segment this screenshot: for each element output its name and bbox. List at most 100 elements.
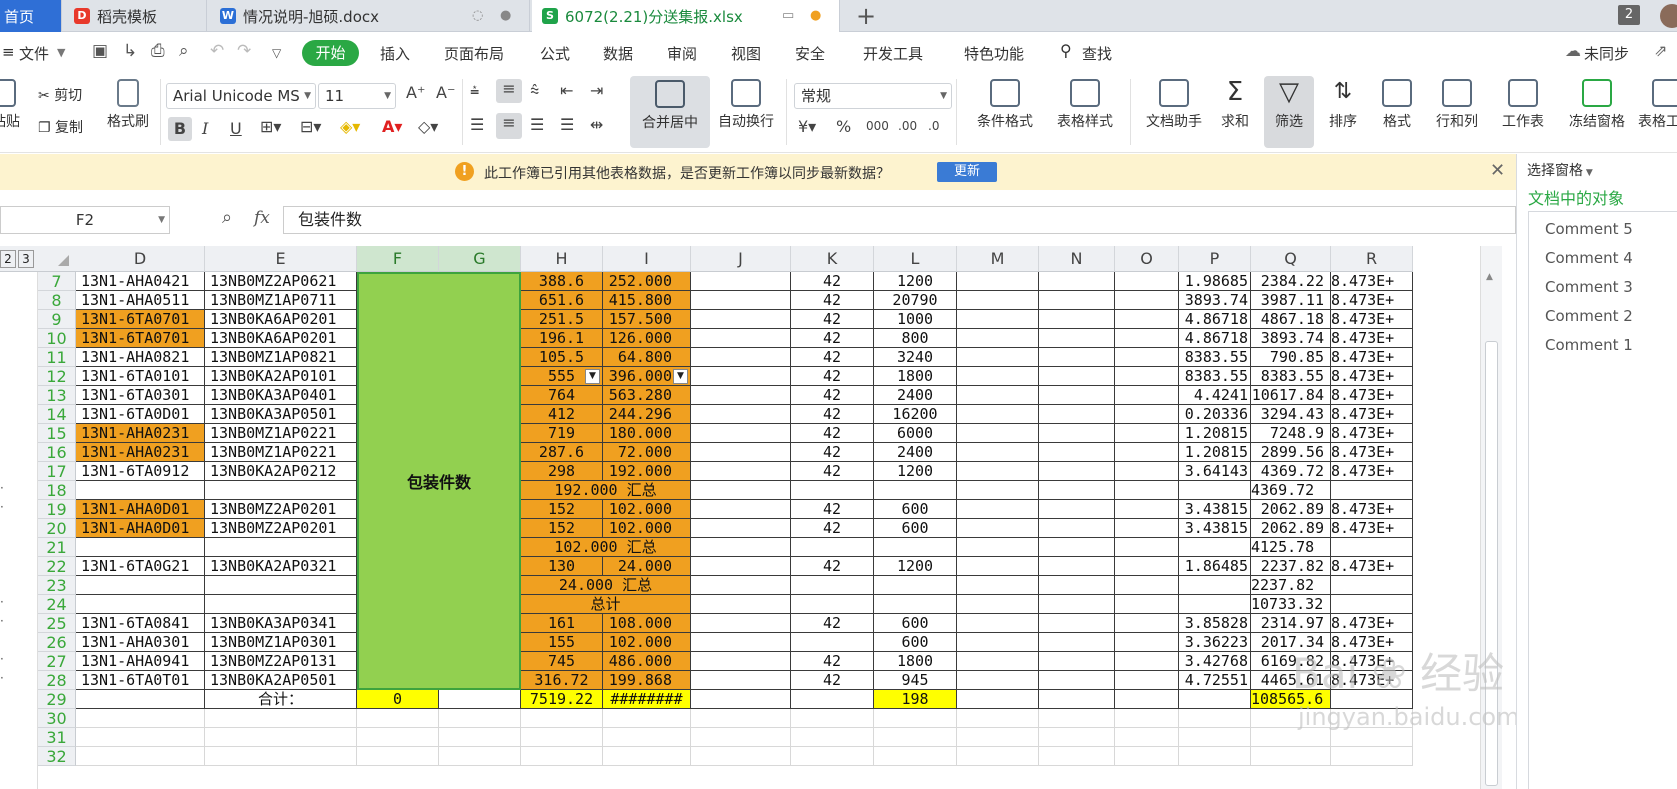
grid-cell[interactable]	[1115, 462, 1179, 481]
grid-cell[interactable]: 8383.55	[1251, 367, 1331, 386]
grid-cell[interactable]: 8.473E+	[1331, 462, 1413, 481]
row-header-21[interactable]: 21	[38, 538, 76, 557]
grid-cell[interactable]: 42	[791, 424, 874, 443]
grid-cell[interactable]	[691, 709, 791, 728]
grid-cell[interactable]: 13NB0MZ1AP0821	[205, 348, 357, 367]
grid-cell[interactable]: 42	[791, 500, 874, 519]
grid-cell[interactable]	[691, 595, 791, 614]
menu-page-layout[interactable]: 页面布局	[444, 43, 504, 64]
grid-cell[interactable]	[1115, 367, 1179, 386]
grid-cell[interactable]: 1800	[874, 652, 957, 671]
redo-icon[interactable]: ↷	[237, 41, 251, 61]
tab-docx-file[interactable]: W 情况说明-旭硕.docx ◌ ●	[210, 0, 530, 32]
grid-cell[interactable]	[691, 538, 791, 557]
decrease-decimal-icon[interactable]: .0	[928, 119, 939, 133]
grid-cell[interactable]: 3.36223	[1179, 633, 1251, 652]
grid-cell[interactable]	[205, 728, 357, 747]
column-header-o[interactable]: O	[1115, 246, 1179, 272]
grid-cell[interactable]	[874, 538, 957, 557]
grid-cell[interactable]	[1115, 652, 1179, 671]
grid-cell[interactable]	[603, 709, 691, 728]
grid-cell[interactable]	[1179, 576, 1251, 595]
row-header-11[interactable]: 11	[38, 348, 76, 367]
grid-cell[interactable]: 600	[874, 614, 957, 633]
number-format-select[interactable]: 常规 ▼	[794, 83, 952, 109]
grid-cell[interactable]: 298	[521, 462, 603, 481]
grid-cell[interactable]: 152	[521, 500, 603, 519]
dropdown-arrow-icon[interactable]: ▼	[585, 369, 600, 384]
grid-cell[interactable]: 130	[521, 557, 603, 576]
column-header-p[interactable]: P	[1179, 246, 1251, 272]
grid-cell[interactable]	[791, 481, 874, 500]
grid-cell[interactable]	[1331, 576, 1413, 595]
grid-cell[interactable]: 13NB0MZ1AP0301	[205, 633, 357, 652]
grid-cell[interactable]	[1039, 614, 1115, 633]
list-item[interactable]: Comment 3	[1545, 278, 1633, 296]
grid-cell[interactable]	[957, 538, 1039, 557]
grid-cell[interactable]: 13NB0KA3AP0341	[205, 614, 357, 633]
grid-cell[interactable]: 4.72551	[1179, 671, 1251, 690]
dropdown-arrow-icon[interactable]: ▼	[673, 369, 688, 384]
grid-cell[interactable]	[791, 538, 874, 557]
outline-collapse-icon[interactable]: ·	[0, 671, 10, 690]
grid-cell[interactable]	[874, 576, 957, 595]
grid-cell[interactable]	[957, 519, 1039, 538]
grid-cell[interactable]	[439, 690, 521, 709]
grid-cell[interactable]	[791, 709, 874, 728]
grid-cell[interactable]: 42	[791, 310, 874, 329]
grid-cell[interactable]	[1039, 329, 1115, 348]
list-item[interactable]: Comment 2	[1545, 307, 1633, 325]
grid-cell[interactable]: 13N1-6TA0D01	[76, 405, 205, 424]
grid-cell[interactable]: 4867.18	[1251, 310, 1331, 329]
grid-cell[interactable]: 13N1-AHA0231	[76, 443, 205, 462]
grid-cell[interactable]	[691, 272, 791, 291]
format-painter-button[interactable]: 格式刷	[100, 79, 156, 131]
grid-cell[interactable]: 0.20336	[1179, 405, 1251, 424]
grid-cell[interactable]	[957, 310, 1039, 329]
formula-input[interactable]: 包装件数	[283, 206, 1516, 234]
grid-cell[interactable]: 3.42768	[1179, 652, 1251, 671]
copy-button[interactable]: ❐ 复制	[38, 117, 83, 137]
grid-cell[interactable]	[957, 481, 1039, 500]
summary-cell[interactable]: 24.000 汇总	[521, 576, 691, 595]
column-header-f[interactable]: F	[357, 246, 439, 272]
grid-cell[interactable]	[76, 576, 205, 595]
grid-cell[interactable]	[1179, 709, 1251, 728]
grid-cell[interactable]: 42	[791, 443, 874, 462]
grid-cell[interactable]: 13NB0KA2AP0501	[205, 671, 357, 690]
column-header-r[interactable]: R	[1331, 246, 1413, 272]
cut-button[interactable]: ✂ 剪切	[38, 85, 82, 105]
grid-cell[interactable]	[957, 614, 1039, 633]
grid-cell[interactable]	[691, 500, 791, 519]
column-header-j[interactable]: J	[691, 246, 791, 272]
currency-icon[interactable]: ¥▾	[798, 117, 816, 136]
grid-cell[interactable]	[1115, 633, 1179, 652]
grid-cell[interactable]: 7248.9	[1251, 424, 1331, 443]
grid-cell[interactable]	[691, 481, 791, 500]
menu-review[interactable]: 审阅	[667, 43, 697, 64]
grid-cell[interactable]	[1331, 538, 1413, 557]
grid-cell[interactable]: 3.64143	[1179, 462, 1251, 481]
grid-cell[interactable]: 42	[791, 405, 874, 424]
grid-cell[interactable]	[957, 633, 1039, 652]
underline-button[interactable]: U	[230, 119, 242, 138]
grid-cell[interactable]: 42	[791, 272, 874, 291]
grid-cell[interactable]: 1800	[874, 367, 957, 386]
grid-cell[interactable]	[1115, 519, 1179, 538]
grid-cell[interactable]: 563.280	[603, 386, 691, 405]
grid-cell[interactable]: 4369.72	[1251, 481, 1331, 500]
italic-button[interactable]: I	[202, 119, 208, 138]
grid-cell[interactable]	[691, 728, 791, 747]
grid-cell[interactable]: 3.43815	[1179, 500, 1251, 519]
grid-cell[interactable]	[1115, 576, 1179, 595]
function-icon[interactable]: fx	[254, 208, 270, 228]
menu-security[interactable]: 安全	[795, 43, 825, 64]
close-icon[interactable]: ✕	[1490, 160, 1505, 181]
grid-cell[interactable]: 13N1-6TA0841	[76, 614, 205, 633]
grid-cell[interactable]	[1115, 405, 1179, 424]
avatar[interactable]	[1660, 4, 1677, 28]
grid-cell[interactable]	[1039, 690, 1115, 709]
grid-cell[interactable]	[1179, 595, 1251, 614]
grid-cell[interactable]	[691, 462, 791, 481]
grid-cell[interactable]	[691, 405, 791, 424]
